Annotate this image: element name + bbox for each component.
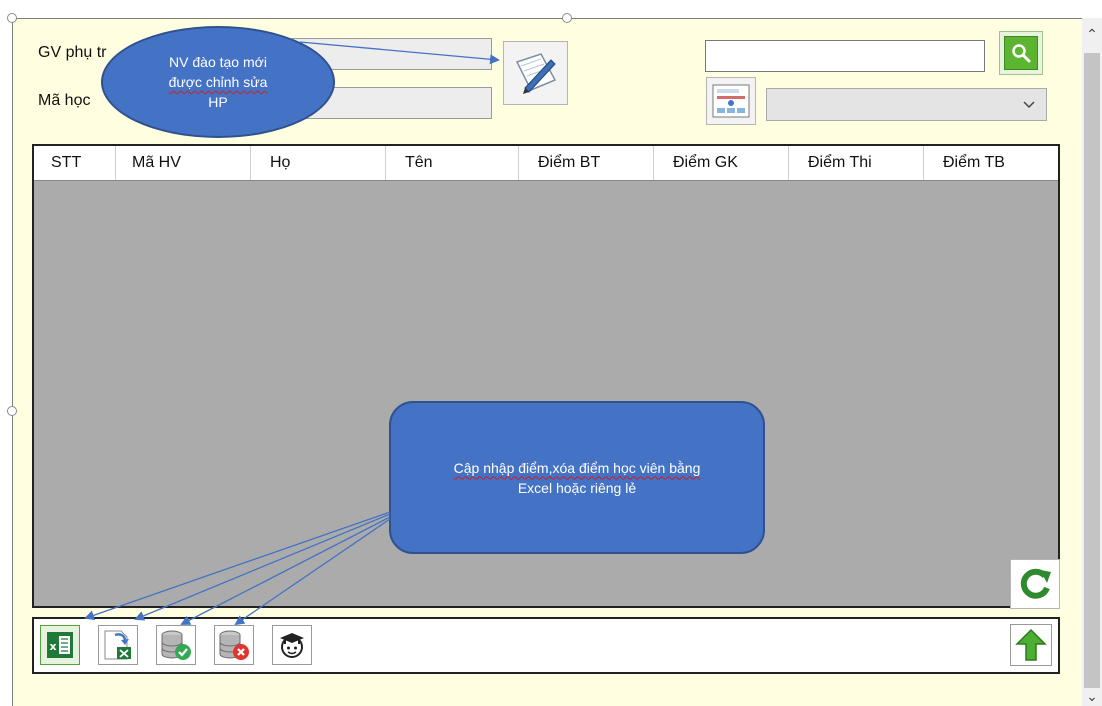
callout-edit-line-1: NV đào tạo mới — [169, 54, 267, 70]
ma-hoc-phan-label: Mã học — [38, 92, 91, 109]
student-info-button[interactable] — [272, 625, 312, 665]
column-header-ma-hv[interactable]: Mã HV — [116, 146, 251, 180]
search-input[interactable] — [705, 40, 985, 72]
database-save-icon — [161, 630, 191, 660]
student-icon — [280, 633, 304, 658]
edit-pencil-icon — [515, 53, 556, 94]
selection-handle-top-left[interactable] — [7, 13, 17, 23]
excel-icon: x — [47, 632, 73, 658]
column-header-ho[interactable]: Họ — [251, 146, 386, 180]
excel-export-button[interactable]: x — [40, 625, 80, 665]
selection-border-left — [12, 18, 13, 706]
import-excel-button[interactable] — [98, 625, 138, 665]
upload-arrow-icon — [1015, 628, 1047, 661]
annotation-callout-edit: NV đào tạo mới được chỉnh sửa HP — [101, 26, 335, 138]
delete-scores-button[interactable] — [214, 625, 254, 665]
import-excel-icon — [104, 630, 131, 660]
callout-scores-line-2: Excel hoặc riêng lẻ — [517, 479, 637, 496]
filter-form-button[interactable] — [706, 77, 756, 125]
upload-button[interactable] — [1010, 624, 1052, 666]
callout-scores-line-1: Cập nhập điểm,xóa điểm học viên bằng — [453, 459, 701, 476]
filter-form-icon — [712, 84, 750, 118]
bottom-toolbar: x — [32, 617, 1060, 674]
refresh-button[interactable] — [1010, 559, 1060, 609]
column-header-stt[interactable]: STT — [34, 146, 116, 180]
selection-border-top — [13, 18, 1102, 19]
selection-handle-top-middle[interactable] — [562, 13, 572, 23]
scroll-down-arrow-icon[interactable]: ⌄ — [1082, 688, 1102, 705]
search-button-face — [1004, 36, 1038, 70]
vertical-scrollbar[interactable]: ⌃ ⌄ — [1082, 18, 1102, 706]
column-header-diem-gk[interactable]: Điểm GK — [654, 146, 789, 180]
edit-course-button[interactable] — [503, 41, 568, 105]
search-icon — [1012, 44, 1031, 63]
annotation-callout-scores: Cập nhập điểm,xóa điểm học viên bằng Exc… — [389, 401, 765, 554]
callout-edit-line-3: HP — [208, 94, 228, 110]
filter-select[interactable] — [766, 88, 1047, 121]
window-canvas: GV phụ tr Mã học STT Mã HV Họ Tên Điểm B… — [0, 0, 1102, 706]
database-delete-icon — [219, 630, 249, 660]
column-header-ten[interactable]: Tên — [386, 146, 519, 180]
column-header-diem-tb[interactable]: Điểm TB — [924, 146, 1058, 180]
grid-header: STT Mã HV Họ Tên Điểm BT Điểm GK Điểm Th… — [34, 146, 1058, 181]
scrollbar-thumb[interactable] — [1084, 53, 1100, 688]
svg-text:x: x — [49, 640, 56, 653]
callout-edit-line-2: được chỉnh sửa — [168, 74, 268, 90]
selection-handle-middle-left[interactable] — [7, 406, 17, 416]
search-button[interactable] — [999, 31, 1043, 75]
gv-phu-trach-label: GV phụ tr — [38, 44, 107, 61]
refresh-icon — [1020, 568, 1051, 599]
chevron-down-icon — [1023, 101, 1035, 109]
save-scores-button[interactable] — [156, 625, 196, 665]
column-header-diem-bt[interactable]: Điểm BT — [519, 146, 654, 180]
scroll-up-arrow-icon[interactable]: ⌃ — [1082, 26, 1102, 43]
column-header-diem-thi[interactable]: Điểm Thi — [789, 146, 924, 180]
